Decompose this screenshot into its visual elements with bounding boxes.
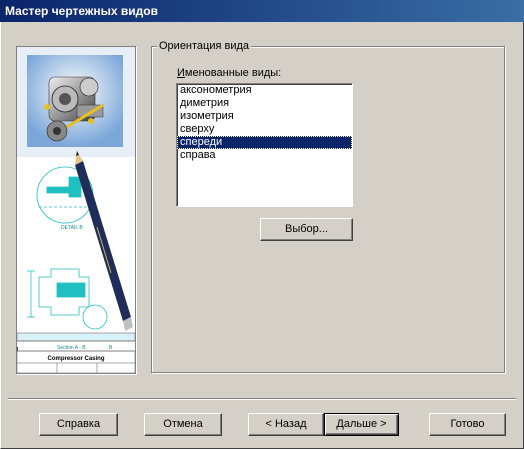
next-button[interactable]: Дальше > [324,413,399,436]
cancel-button[interactable]: Отмена [144,413,222,436]
view-list-item[interactable]: сверху [177,123,352,136]
drawing-preview-graphic: DETAIL B Section A - B B Compressor Casi… [17,47,135,373]
title-block [17,332,135,373]
finish-button[interactable]: Готово [429,413,506,436]
select-button[interactable]: Выбор... [260,218,353,241]
view-orientation-title: Ориентация вида [157,40,252,52]
title-block-text: Compressor Casing [47,356,104,362]
view-list-item[interactable]: спереди [177,136,352,149]
named-views-label: Именованные виды: [177,67,282,79]
wizard-preview-image: DETAIL B Section A - B B Compressor Casi… [16,46,136,374]
section-label: Section A - B [57,345,86,351]
window-title: Мастер чертежных видов [5,4,158,18]
view-list-item[interactable]: диметрия [177,97,352,110]
back-button[interactable]: < Назад [248,413,324,436]
footer-separator [8,398,516,400]
named-views-listbox[interactable]: аксонометрия диметрия изометрия сверху спере… [176,83,353,207]
view-list-item[interactable]: изометрия [177,110,352,123]
view-list-item[interactable]: аксонометрия [177,84,352,97]
view-list-item[interactable]: справа [177,149,352,162]
window-titlebar[interactable]: Мастер чертежных видов [0,0,524,22]
help-button[interactable]: Справка [39,413,118,436]
detail-label: DETAIL B [61,225,83,231]
